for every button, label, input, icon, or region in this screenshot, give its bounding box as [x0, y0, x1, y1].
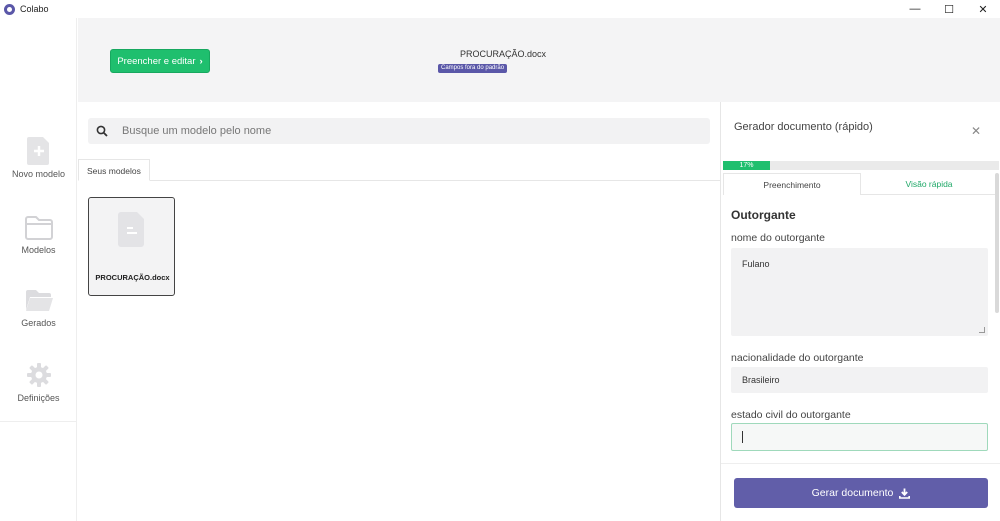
- sidebar-item-definicoes[interactable]: Definições: [0, 361, 77, 403]
- field-label-nacionalidade: nacionalidade do outorgante: [731, 352, 864, 364]
- progress-bar: 17%: [723, 161, 999, 170]
- generate-document-button[interactable]: Gerar documento: [734, 478, 988, 508]
- sidebar-item-label: Definições: [17, 393, 60, 403]
- close-window-button[interactable]: ✕: [966, 0, 1000, 18]
- sidebar: Novo modelo Modelos Gerados Definições: [0, 18, 77, 521]
- panel-title: Gerador documento (rápido): [734, 121, 873, 133]
- status-badge: Campos fora do padrão: [438, 64, 508, 73]
- sidebar-divider: [0, 421, 77, 422]
- tab-visao-rapida[interactable]: Visão rápida: [861, 173, 997, 195]
- sidebar-item-label: Novo modelo: [11, 169, 66, 179]
- model-card[interactable]: PROCURAÇÃO.docx: [88, 197, 175, 296]
- document-banner: Preencher e editar › PROCURAÇÃO.docx Cam…: [78, 18, 1000, 102]
- tab-seus-modelos[interactable]: Seus modelos: [78, 159, 150, 181]
- generator-panel: Gerador documento (rápido) ✕ 17% Preench…: [720, 102, 1000, 521]
- text-caret: [742, 431, 743, 443]
- fill-and-edit-button[interactable]: Preencher e editar ›: [110, 49, 210, 73]
- search-box: [88, 118, 710, 144]
- chevron-right-icon: ›: [199, 55, 203, 67]
- close-panel-button[interactable]: ✕: [971, 124, 981, 138]
- window-controls: — ☐ ✕: [898, 0, 1000, 18]
- download-icon: [899, 488, 911, 499]
- field-value: Fulano: [742, 259, 770, 269]
- tab-preenchimento[interactable]: Preenchimento: [723, 173, 861, 195]
- panel-scrollbar[interactable]: [995, 173, 999, 313]
- fill-and-edit-label: Preencher e editar: [117, 55, 196, 67]
- sidebar-item-gerados[interactable]: Gerados: [0, 288, 77, 328]
- field-label-nome: nome do outorgante: [731, 232, 825, 244]
- minimize-button[interactable]: —: [898, 0, 932, 18]
- app-logo-icon: [4, 3, 15, 15]
- search-input[interactable]: [122, 125, 682, 137]
- search-icon: [96, 125, 108, 137]
- generate-document-label: Gerar documento: [811, 487, 894, 499]
- panel-footer-divider: [721, 463, 1000, 464]
- sidebar-item-label: Modelos: [21, 245, 56, 255]
- nacionalidade-outorgante-field[interactable]: Brasileiro: [731, 367, 988, 393]
- document-icon: [118, 212, 144, 247]
- new-doc-icon: [26, 137, 49, 165]
- app-title: Colabo: [20, 4, 49, 14]
- maximize-button[interactable]: ☐: [932, 0, 966, 18]
- form-body: Outorgante nome do outorgante Fulano nac…: [721, 195, 995, 463]
- field-label-estado-civil: estado civil do outorgante: [731, 409, 851, 421]
- title-bar: Colabo — ☐ ✕: [0, 0, 1000, 18]
- field-value: Brasileiro: [742, 375, 780, 385]
- gear-icon: [26, 363, 51, 387]
- nome-outorgante-field[interactable]: Fulano: [731, 248, 988, 336]
- progress-fill: 17%: [723, 161, 770, 170]
- resize-handle-icon[interactable]: [979, 327, 985, 333]
- model-name: PROCURAÇÃO.docx: [95, 273, 170, 282]
- app-window: Colabo — ☐ ✕ Novo modelo Modelos Gerados…: [0, 0, 1000, 521]
- open-folder-icon: [25, 290, 53, 311]
- sidebar-item-novo-modelo[interactable]: Novo modelo: [0, 135, 77, 179]
- section-title: Outorgante: [731, 208, 796, 222]
- models-tabs: Seus modelos: [78, 159, 720, 181]
- folder-icon: [24, 216, 53, 240]
- panel-tabs: Preenchimento Visão rápida: [723, 173, 997, 195]
- document-name: PROCURAÇÃO.docx: [459, 49, 547, 59]
- sidebar-item-modelos[interactable]: Modelos: [0, 215, 77, 255]
- sidebar-item-label: Gerados: [21, 318, 56, 328]
- estado-civil-outorgante-field[interactable]: [731, 423, 988, 451]
